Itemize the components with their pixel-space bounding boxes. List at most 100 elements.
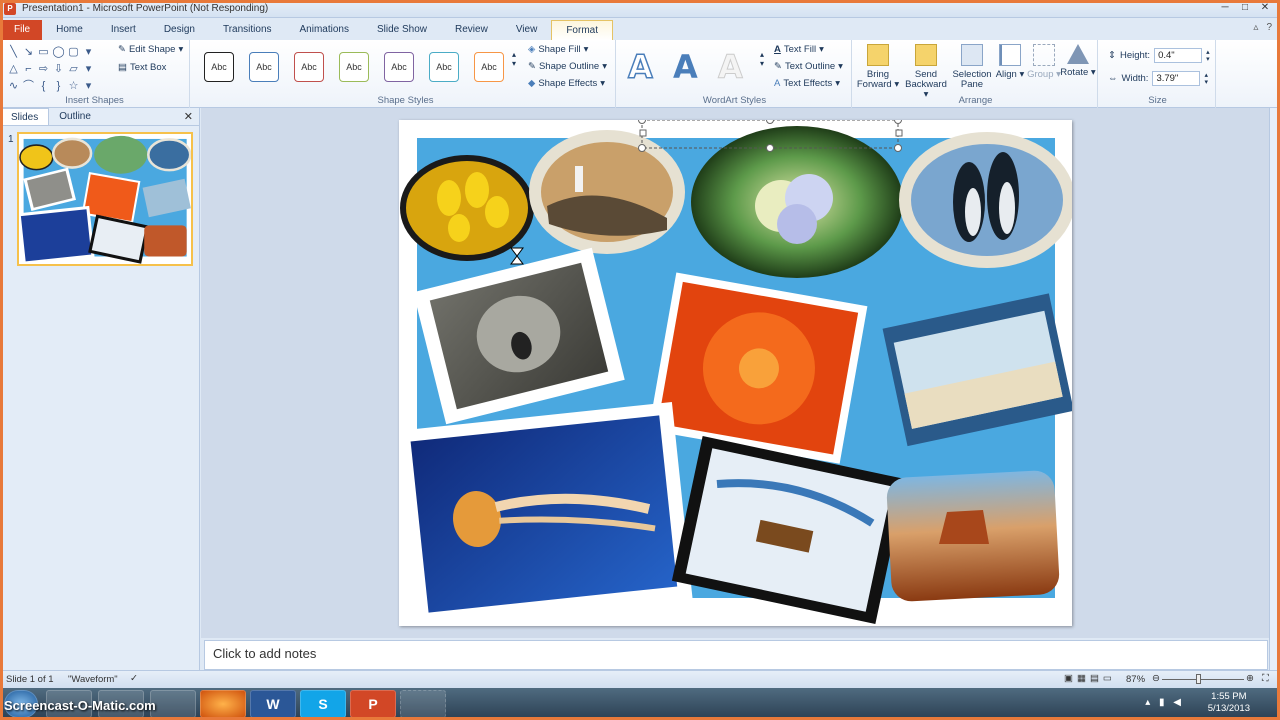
text-box-button[interactable]: ▤ Text Box xyxy=(118,62,166,73)
arrow-shape-icon[interactable]: ↘ xyxy=(21,44,36,60)
shape-style-2[interactable]: Abc xyxy=(249,52,279,82)
star-shape-icon[interactable]: ☆ xyxy=(66,78,81,94)
shapes-gallery[interactable]: ╲ ↘ ▭ ◯ ▢ ▾ △ ⌐ ⇨ ⇩ ▱ ▾ ∿ ⌒ { } ☆ ▾ xyxy=(6,44,106,94)
more-shapes-icon-3[interactable]: ▾ xyxy=(81,78,96,94)
slide-thumbnail[interactable] xyxy=(17,132,193,266)
notes-pane[interactable]: Click to add notes xyxy=(204,640,1268,670)
screencast-taskbar-button[interactable] xyxy=(400,690,446,718)
view-buttons[interactable]: ▣▦▤▭ xyxy=(1064,673,1116,684)
minimize-button[interactable]: ─ xyxy=(1216,1,1234,15)
fit-slide-icon[interactable]: ⛶ xyxy=(1262,673,1269,684)
system-clock[interactable]: 1:55 PM 5/13/2013 xyxy=(1208,691,1250,715)
maximize-button[interactable]: □ xyxy=(1236,1,1254,15)
more-shapes-icon-2[interactable]: ▾ xyxy=(81,61,96,77)
slides-panel-tabs: Slides Outline ✕ xyxy=(0,108,199,126)
skype-taskbar-button[interactable]: S xyxy=(300,690,346,718)
edit-shape-button[interactable]: ✎ Edit Shape ▾ xyxy=(118,44,183,55)
bring-forward-icon xyxy=(867,44,889,66)
shape-style-4[interactable]: Abc xyxy=(339,52,369,82)
close-button[interactable]: ✕ xyxy=(1256,1,1274,15)
height-input[interactable]: 0.4" xyxy=(1154,48,1203,63)
firefox-taskbar-button[interactable] xyxy=(200,690,246,718)
line-shape-icon[interactable]: ╲ xyxy=(6,44,21,60)
wordart-scroll[interactable]: ▴ ▾ xyxy=(760,50,764,68)
shape-style-7[interactable]: Abc xyxy=(474,52,504,82)
tab-view[interactable]: View xyxy=(502,20,552,40)
tab-transitions[interactable]: Transitions xyxy=(209,20,286,40)
rounded-rect-shape-icon[interactable]: ▢ xyxy=(66,44,81,60)
scroll-shape-icon[interactable]: ▱ xyxy=(66,61,81,77)
powerpoint-taskbar-button[interactable]: P xyxy=(350,690,396,718)
slide-indicator: Slide 1 of 1 xyxy=(6,674,54,685)
tab-file[interactable]: File xyxy=(2,20,43,40)
orange-flower-picture[interactable] xyxy=(648,272,868,464)
right-arrow-shape-icon[interactable]: ⇨ xyxy=(36,61,51,77)
zoom-slider[interactable] xyxy=(1162,679,1244,680)
penguins-picture[interactable] xyxy=(899,132,1072,268)
vertical-scrollbar[interactable] xyxy=(1269,108,1280,670)
bring-forward-button[interactable]: Bring Forward ▾ xyxy=(856,44,900,90)
freeform-shape-icon[interactable]: ∿ xyxy=(6,78,21,94)
zoom-level[interactable]: 87% xyxy=(1126,674,1145,685)
word-taskbar-button[interactable]: W xyxy=(250,690,296,718)
shape-style-5[interactable]: Abc xyxy=(384,52,414,82)
rectangle-shape-icon[interactable]: ▭ xyxy=(36,44,51,60)
text-fill-button[interactable]: A Text Fill ▾ xyxy=(774,44,824,55)
slide-canvas[interactable] xyxy=(399,120,1072,626)
zoom-out-icon[interactable]: ⊖ xyxy=(1152,673,1160,684)
width-spinner[interactable]: ▴ ▾ xyxy=(1204,72,1208,86)
wordart-style-1[interactable]: A xyxy=(627,47,653,87)
rotate-button[interactable]: Rotate ▾ xyxy=(1058,44,1098,78)
width-input[interactable]: 3.79" xyxy=(1152,71,1201,86)
shape-styles-scroll[interactable]: ▴ ▾ xyxy=(512,50,516,68)
more-shapes-icon[interactable]: ▾ xyxy=(81,44,96,60)
wordart-style-2[interactable]: A xyxy=(673,48,698,86)
desert-picture[interactable] xyxy=(886,470,1060,603)
selection-pane-button[interactable]: Selection Pane xyxy=(950,44,994,90)
height-spinner[interactable]: ▴ ▾ xyxy=(1206,49,1210,63)
text-outline-button[interactable]: ✎ Text Outline ▾ xyxy=(774,61,843,72)
text-effects-button[interactable]: A Text Effects ▾ xyxy=(774,78,840,89)
tab-animations[interactable]: Animations xyxy=(286,20,363,40)
help-controls: ▵ ? xyxy=(1253,22,1272,33)
tab-slides[interactable]: Slides xyxy=(0,108,50,125)
triangle-shape-icon[interactable]: △ xyxy=(6,61,21,77)
tab-home[interactable]: Home xyxy=(42,20,97,40)
minimize-ribbon-icon[interactable]: ▵ xyxy=(1253,22,1258,33)
rotate-icon xyxy=(1067,44,1089,64)
shape-style-1[interactable]: Abc xyxy=(204,52,234,82)
jellyfish-picture[interactable] xyxy=(399,402,693,626)
tab-outline[interactable]: Outline xyxy=(49,108,101,125)
close-icon[interactable]: ✕ xyxy=(184,110,193,123)
zoom-slider-thumb[interactable] xyxy=(1196,674,1201,684)
lighthouse-picture[interactable] xyxy=(529,130,685,254)
send-backward-button[interactable]: Send Backward ▾ xyxy=(904,44,948,100)
bracket-shape-icon[interactable]: } xyxy=(51,78,66,94)
brace-shape-icon[interactable]: { xyxy=(36,78,51,94)
zoom-in-icon[interactable]: ⊕ xyxy=(1246,673,1254,684)
width-icon: ⇔ xyxy=(1108,73,1118,84)
height-icon: ⇕ xyxy=(1108,50,1116,61)
wordart-style-3[interactable]: A xyxy=(718,48,744,87)
down-arrow-shape-icon[interactable]: ⇩ xyxy=(51,61,66,77)
hydrangea-picture[interactable] xyxy=(691,126,903,278)
shape-fill-button[interactable]: ◈ Shape Fill ▾ xyxy=(528,44,588,55)
curve-shape-icon[interactable]: ⌒ xyxy=(21,78,36,94)
tab-slide-show[interactable]: Slide Show xyxy=(363,20,441,40)
help-icon[interactable]: ? xyxy=(1266,22,1272,33)
spell-check-icon[interactable]: ✓ xyxy=(130,673,138,684)
taskbar-button-4[interactable] xyxy=(150,690,196,718)
shape-effects-button[interactable]: ◆ Shape Effects ▾ xyxy=(528,78,605,89)
tab-insert[interactable]: Insert xyxy=(97,20,150,40)
system-tray-icons[interactable]: ▴ ▮ ◀ xyxy=(1145,697,1184,708)
window-title: Presentation1 - Microsoft PowerPoint (No… xyxy=(22,3,269,14)
shape-outline-button[interactable]: ✎ Shape Outline ▾ xyxy=(528,61,607,72)
elbow-shape-icon[interactable]: ⌐ xyxy=(21,61,36,77)
oval-shape-icon[interactable]: ◯ xyxy=(51,44,66,60)
shape-style-6[interactable]: Abc xyxy=(429,52,459,82)
tab-review[interactable]: Review xyxy=(441,20,502,40)
tab-design[interactable]: Design xyxy=(150,20,209,40)
tulips-picture[interactable] xyxy=(400,155,534,261)
shape-style-3[interactable]: Abc xyxy=(294,52,324,82)
tab-format[interactable]: Format xyxy=(551,20,613,40)
